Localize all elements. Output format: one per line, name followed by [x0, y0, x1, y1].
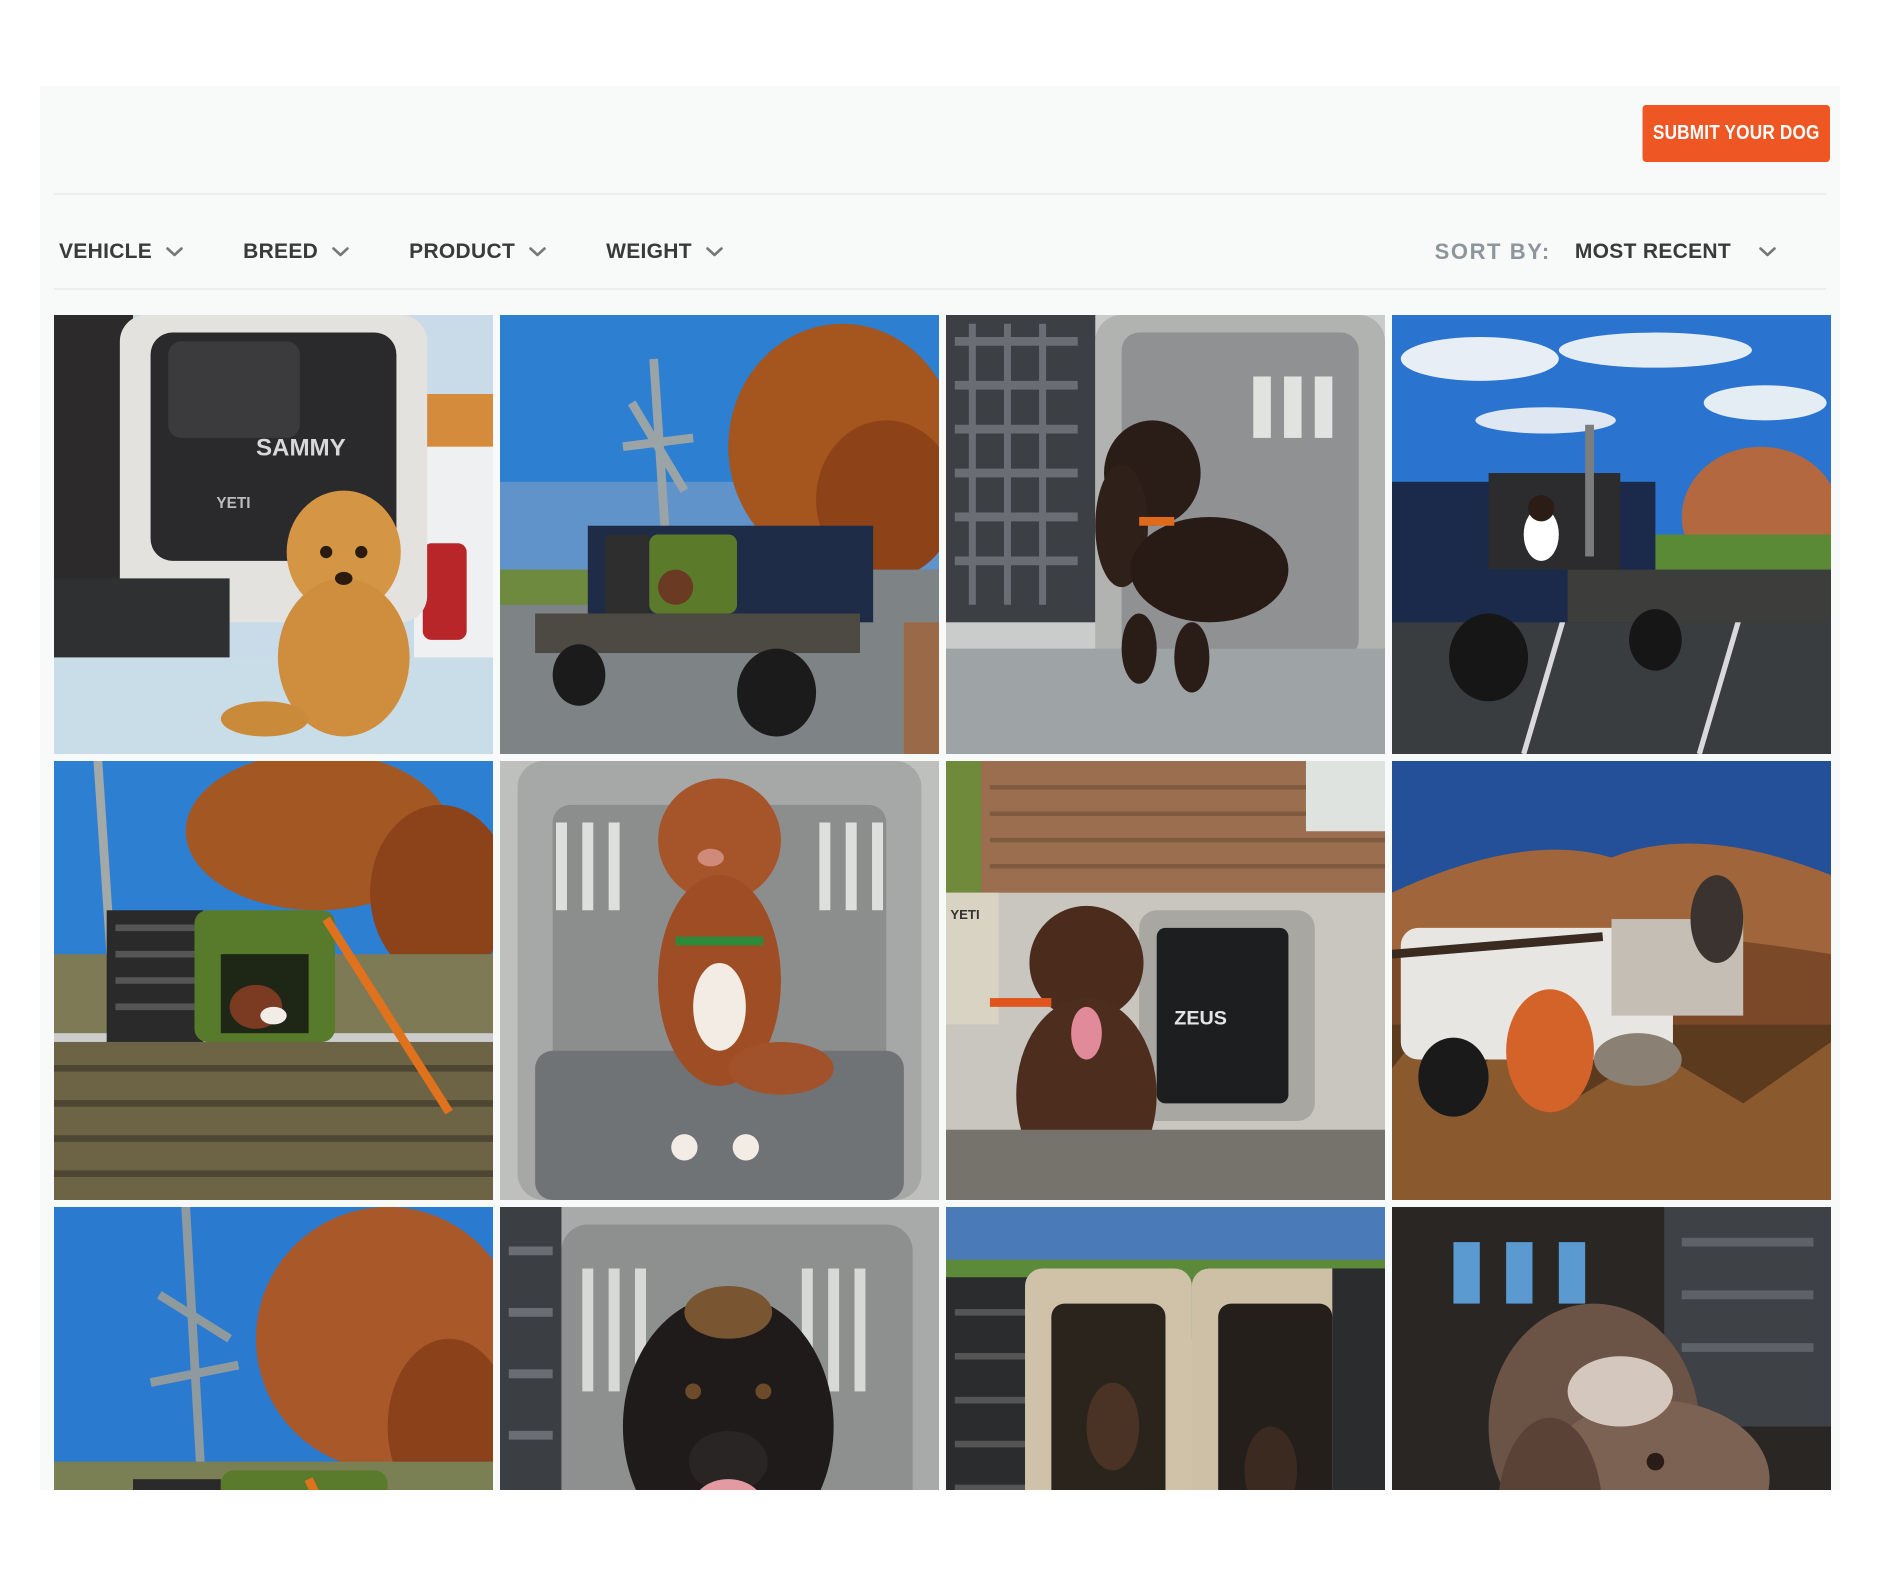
- photo-green-crate-flatbed: [54, 761, 493, 1200]
- crate-text: SAMMY: [256, 434, 346, 461]
- filter-label: VEHICLE: [59, 240, 153, 263]
- header-divider: [54, 193, 1826, 195]
- gallery-photo[interactable]: ZEUS YETI: [946, 761, 1385, 1200]
- filter-product[interactable]: PRODUCT: [409, 240, 546, 264]
- photo-chocolate-lab: ZEUS YETI: [946, 761, 1385, 1200]
- brand-text: YETI: [216, 495, 250, 512]
- filter-divider: [54, 288, 1826, 290]
- photo-dog-drinking: [1392, 1207, 1831, 1490]
- chevron-down-icon: [166, 247, 183, 257]
- gallery-photo[interactable]: [946, 315, 1385, 754]
- gallery-photo[interactable]: [1392, 1207, 1831, 1490]
- gallery-photo[interactable]: [500, 1207, 939, 1490]
- filter-breed[interactable]: BREED: [243, 240, 349, 264]
- gallery-photo[interactable]: [500, 761, 939, 1200]
- photo-golden-puppy: SAMMY YETI: [54, 315, 493, 754]
- crate-text: ZEUS: [1174, 1007, 1227, 1029]
- chevron-down-icon: [529, 247, 546, 257]
- sort-value: MOST RECENT: [1574, 240, 1731, 263]
- photo-grid: SAMMY YETI ZEUS YETI: [54, 315, 1831, 1490]
- gallery-photo[interactable]: SAMMY YETI: [54, 315, 493, 754]
- filter-bar: VEHICLE BREED PRODUCT WEIGHT: [59, 232, 783, 272]
- photo-curly-dog-crate: [946, 315, 1385, 754]
- gallery-photo[interactable]: [54, 761, 493, 1200]
- photo-hunting-dog-mountains: [1392, 761, 1831, 1200]
- sort-dropdown[interactable]: MOST RECENT: [1575, 240, 1776, 264]
- sort-control: SORT BY: MOST RECENT: [1435, 232, 1776, 272]
- gallery-photo[interactable]: [1392, 761, 1831, 1200]
- photo-two-dogs-crates: [946, 1207, 1385, 1490]
- photo-red-dog-crate: [500, 761, 939, 1200]
- filter-vehicle[interactable]: VEHICLE: [59, 240, 183, 264]
- gallery-photo[interactable]: [1392, 315, 1831, 754]
- chevron-down-icon: [706, 247, 723, 257]
- photo-flatbed-green-crate: [500, 315, 939, 754]
- chevron-down-icon: [332, 247, 349, 257]
- submit-your-dog-button[interactable]: SUBMIT YOUR DOG: [1642, 105, 1830, 162]
- gallery-panel: SUBMIT YOUR DOG VEHICLE BREED PRODUCT WE…: [40, 86, 1840, 1490]
- sort-label: SORT BY:: [1434, 239, 1551, 264]
- filter-label: PRODUCT: [409, 240, 516, 263]
- brand-text: YETI: [950, 907, 979, 922]
- gallery-photo[interactable]: [54, 1207, 493, 1490]
- filter-weight[interactable]: WEIGHT: [606, 240, 723, 264]
- photo-black-dog-crate: [500, 1207, 939, 1490]
- gallery-photo[interactable]: [946, 1207, 1385, 1490]
- photo-green-crate-autumn: [54, 1207, 493, 1490]
- filter-label: BREED: [243, 240, 319, 263]
- photo-blue-flatbed: [1392, 315, 1831, 754]
- chevron-down-icon: [1759, 247, 1776, 257]
- filter-label: WEIGHT: [606, 240, 692, 263]
- gallery-photo[interactable]: [500, 315, 939, 754]
